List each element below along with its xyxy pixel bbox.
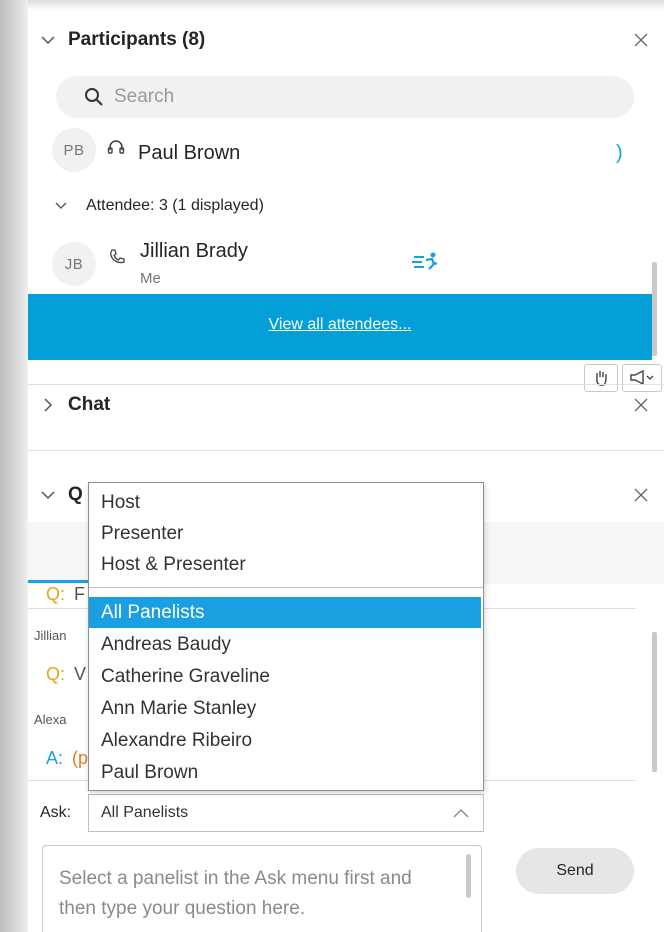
scrollbar[interactable] xyxy=(652,632,657,772)
menu-item-panelist[interactable]: Alexandre Ribeiro xyxy=(89,725,483,756)
qa-title: Q xyxy=(68,484,83,505)
view-all-attendees-link[interactable]: View all attendees... xyxy=(28,316,652,334)
search-icon xyxy=(85,88,103,106)
question-prefix: Q: xyxy=(46,584,66,604)
window-shadow xyxy=(0,0,28,932)
attendee-group-label[interactable]: Attendee: 3 (1 displayed) xyxy=(86,197,264,215)
participants-title: Participants (8) xyxy=(68,29,206,50)
ask-label: Ask: xyxy=(40,804,72,821)
ask-selected-value: All Panelists xyxy=(101,804,189,821)
ask-select[interactable]: All Panelists xyxy=(88,794,484,832)
menu-item-panelist[interactable]: Paul Brown xyxy=(89,757,483,788)
close-icon[interactable] xyxy=(634,398,648,412)
chat-header[interactable]: Chat xyxy=(28,384,664,426)
question-text: F xyxy=(74,584,85,604)
menu-item-host-presenter[interactable]: Host & Presenter xyxy=(89,549,483,580)
chevron-up-icon xyxy=(453,809,469,818)
participant-name[interactable]: Jillian Brady xyxy=(140,240,248,263)
menu-item-panelist[interactable]: Ann Marie Stanley xyxy=(89,693,483,724)
menu-separator xyxy=(89,587,483,588)
answer-text: (p xyxy=(72,748,89,768)
ask-dropdown-menu: Host Presenter Host & Presenter All Pane… xyxy=(88,482,484,791)
scrollbar[interactable] xyxy=(652,262,657,356)
menu-item-panelist[interactable]: Catherine Graveline xyxy=(89,661,483,692)
menu-item-all-panelists[interactable]: All Panelists xyxy=(89,597,481,628)
avatar: JB xyxy=(52,242,96,286)
status-indicator: ) xyxy=(616,142,623,164)
participants-header[interactable]: Participants (8) xyxy=(28,20,664,60)
chevron-down-icon[interactable] xyxy=(40,487,56,503)
question-placeholder: Select a panelist in the Ask menu first … xyxy=(59,868,412,919)
question-text: V xyxy=(74,664,87,684)
question-input[interactable]: Select a panelist in the Ask menu first … xyxy=(42,845,482,932)
search-input[interactable]: Search xyxy=(56,76,634,118)
send-button[interactable]: Send xyxy=(516,848,634,894)
avatar: PB xyxy=(52,128,96,172)
answer-prefix: A: xyxy=(46,748,64,768)
activity-icon xyxy=(412,252,438,270)
participant-role: Me xyxy=(140,270,161,287)
top-shadow xyxy=(28,0,664,10)
question-author: Jillian xyxy=(34,628,67,643)
side-panel: Participants (8) Search PB Paul Brown ) … xyxy=(28,0,664,932)
chevron-down-icon[interactable] xyxy=(54,199,68,213)
chevron-down-icon[interactable] xyxy=(40,32,56,48)
search-placeholder: Search xyxy=(114,86,175,107)
view-all-bar: View all attendees... xyxy=(28,294,652,360)
headset-icon xyxy=(107,140,125,154)
divider xyxy=(28,450,664,451)
chat-title: Chat xyxy=(68,394,111,415)
menu-item-host[interactable]: Host xyxy=(89,487,483,518)
close-icon[interactable] xyxy=(634,488,648,502)
menu-item-panelist[interactable]: Andreas Baudy xyxy=(89,629,483,660)
close-icon[interactable] xyxy=(634,33,648,47)
phone-icon xyxy=(110,249,125,264)
menu-item-presenter[interactable]: Presenter xyxy=(89,518,483,549)
question-prefix: Q: xyxy=(46,664,66,684)
participant-name[interactable]: Paul Brown xyxy=(138,142,240,165)
chevron-right-icon[interactable] xyxy=(40,397,56,413)
scrollbar[interactable] xyxy=(466,854,471,898)
question-author: Alexa xyxy=(34,712,67,727)
